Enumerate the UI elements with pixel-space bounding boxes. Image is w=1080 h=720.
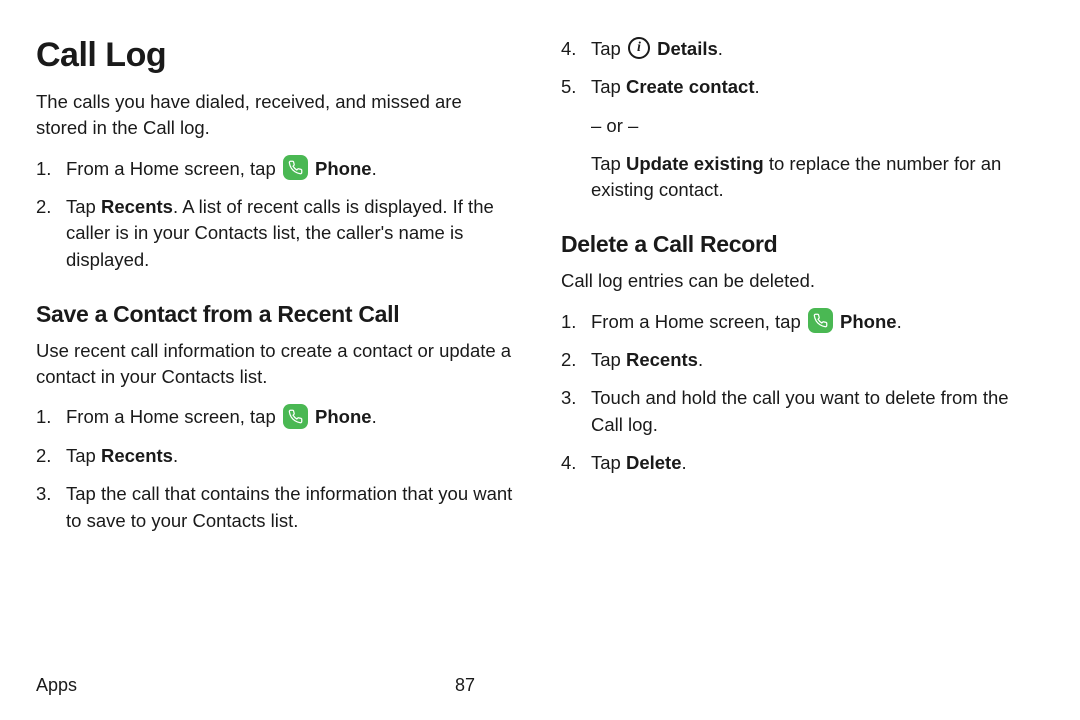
section-intro: Call log entries can be deleted. — [561, 268, 1038, 294]
calllog-steps: From a Home screen, tap Phone. Tap Recen… — [36, 156, 513, 273]
section-heading: Save a Contact from a Recent Call — [36, 301, 513, 328]
step-text: . — [718, 38, 723, 59]
details-label: Details — [657, 38, 718, 59]
phone-label: Phone — [315, 406, 372, 427]
list-item: Tap i Details. — [561, 36, 1038, 62]
step-text: . — [372, 406, 377, 427]
phone-icon — [808, 308, 833, 333]
footer-section: Apps — [36, 675, 77, 696]
list-item: From a Home screen, tap Phone. — [36, 404, 513, 431]
list-item: Tap Recents. — [36, 443, 513, 469]
list-item: Tap Delete. — [561, 450, 1038, 476]
step-text: . — [173, 445, 178, 466]
save-contact-steps-cont: Tap i Details. Tap Create contact. — [561, 36, 1038, 101]
section-intro: Use recent call information to create a … — [36, 338, 513, 391]
step-text: . — [372, 158, 377, 179]
step-text: Tap — [591, 452, 626, 473]
step-text: From a Home screen, tap — [66, 158, 281, 179]
section-heading: Delete a Call Record — [561, 231, 1038, 258]
phone-label: Phone — [840, 311, 897, 332]
delete-record-steps: From a Home screen, tap Phone. Tap Recen… — [561, 309, 1038, 477]
step-text: . — [897, 311, 902, 332]
list-item: Touch and hold the call you want to dele… — [561, 385, 1038, 438]
step-text: Tap — [591, 76, 626, 97]
save-contact-steps: From a Home screen, tap Phone. Tap Recen… — [36, 404, 513, 533]
create-contact-label: Create contact — [626, 76, 755, 97]
step-text: . — [754, 76, 759, 97]
phone-label: Phone — [315, 158, 372, 179]
intro-text: The calls you have dialed, received, and… — [36, 89, 513, 142]
recents-label: Recents — [101, 196, 173, 217]
page-number: 87 — [455, 675, 475, 696]
step-text: Tap — [591, 153, 626, 174]
recents-label: Recents — [626, 349, 698, 370]
step-text: From a Home screen, tap — [66, 406, 281, 427]
step-text: . — [682, 452, 687, 473]
list-item: From a Home screen, tap Phone. — [561, 309, 1038, 336]
list-item: Tap Create contact. — [561, 74, 1038, 100]
page-title: Call Log — [36, 36, 513, 75]
alt-instruction: Tap Update existing to replace the numbe… — [561, 151, 1038, 204]
step-text: Tap — [66, 196, 101, 217]
update-existing-label: Update existing — [626, 153, 764, 174]
phone-icon — [283, 155, 308, 180]
delete-label: Delete — [626, 452, 682, 473]
recents-label: Recents — [101, 445, 173, 466]
list-item: Tap the call that contains the informati… — [36, 481, 513, 534]
step-text: . — [698, 349, 703, 370]
or-divider: – or – — [561, 113, 1038, 139]
right-column: Tap i Details. Tap Create contact. – or … — [561, 36, 1038, 546]
info-icon: i — [628, 37, 650, 59]
step-text: From a Home screen, tap — [591, 311, 806, 332]
phone-icon — [283, 404, 308, 429]
list-item: From a Home screen, tap Phone. — [36, 156, 513, 183]
step-text: Tap — [591, 349, 626, 370]
list-item: Tap Recents. A list of recent calls is d… — [36, 194, 513, 273]
step-text: Tap — [591, 38, 626, 59]
left-column: Call Log The calls you have dialed, rece… — [36, 36, 513, 546]
step-text: Tap — [66, 445, 101, 466]
list-item: Tap Recents. — [561, 347, 1038, 373]
